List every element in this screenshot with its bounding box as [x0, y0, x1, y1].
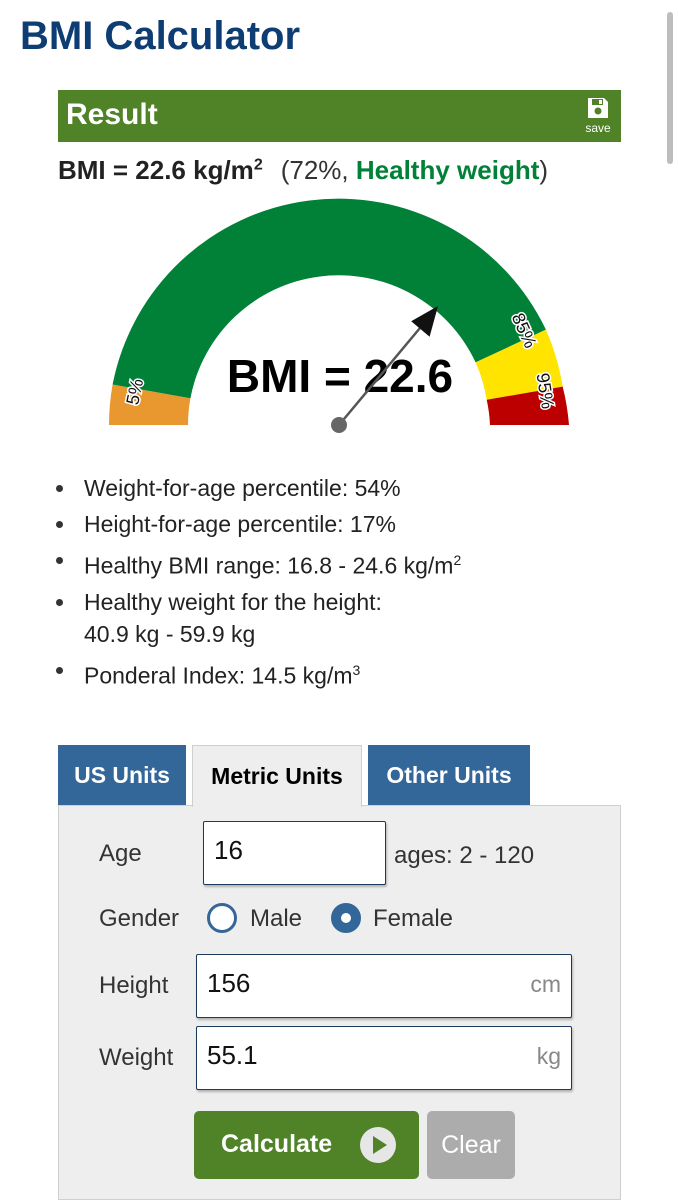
- gender-female-radio[interactable]: [331, 903, 361, 933]
- tab-us-units[interactable]: US Units: [58, 745, 186, 805]
- height-value: 156: [207, 968, 251, 998]
- bmi-gauge: 5% 85% 95% BMI = 22.6: [109, 198, 569, 433]
- gauge-center-text: BMI = 22.6: [227, 350, 453, 402]
- scrollbar[interactable]: [667, 12, 673, 164]
- list-item: Ponderal Index: 14.5 kg/m3: [56, 654, 644, 692]
- weight-label: Weight: [99, 1044, 174, 1071]
- age-hint: ages: 2 - 120: [394, 842, 535, 869]
- result-title: Result: [66, 98, 158, 131]
- gender-female-label[interactable]: Female: [373, 905, 453, 933]
- bmi-summary: BMI = 22.6 kg/m2 (72%, Healthy weight): [58, 155, 548, 186]
- tab-other-units[interactable]: Other Units: [368, 745, 530, 805]
- age-label: Age: [99, 840, 142, 867]
- bmi-details-list: Weight-for-age percentile: 54% Height-fo…: [56, 472, 644, 695]
- calculate-button[interactable]: Calculate: [194, 1111, 419, 1179]
- page-title: BMI Calculator: [20, 14, 301, 58]
- height-label: Height: [99, 972, 169, 999]
- age-value: 16: [214, 835, 243, 865]
- height-input[interactable]: 156 cm: [196, 954, 572, 1018]
- save-label: save: [585, 121, 611, 135]
- weight-unit: kg: [536, 1043, 561, 1069]
- age-input[interactable]: 16: [203, 821, 386, 885]
- calculate-label: Calculate: [221, 1130, 333, 1158]
- weight-value: 55.1: [207, 1040, 258, 1070]
- clear-button[interactable]: Clear: [427, 1111, 515, 1179]
- gauge-needle-pivot: [331, 417, 347, 433]
- save-button[interactable]: save: [581, 96, 615, 136]
- gender-male-radio[interactable]: [207, 903, 237, 933]
- bmi-value-text: BMI = 22.6 kg/m2: [58, 155, 263, 185]
- result-header: Result save: [58, 90, 621, 142]
- bmi-percentile: (72%, Healthy weight): [280, 155, 549, 185]
- tab-metric-units[interactable]: Metric Units: [192, 745, 362, 807]
- list-item: Healthy BMI range: 16.8 - 24.6 kg/m2: [56, 544, 644, 582]
- bmi-unit-sup: 2: [253, 156, 263, 174]
- list-item: Height-for-age percentile: 17%: [56, 508, 644, 540]
- weight-input[interactable]: 55.1 kg: [196, 1026, 572, 1090]
- save-icon: [588, 98, 608, 118]
- height-unit: cm: [530, 971, 561, 997]
- metric-form: Age 16 ages: 2 - 120 Gender Male Female …: [58, 805, 621, 1200]
- bmi-category: Healthy weight: [355, 155, 540, 185]
- list-item: Weight-for-age percentile: 54%: [56, 472, 644, 504]
- list-item: Healthy weight for the height: 40.9 kg - …: [56, 586, 644, 650]
- play-icon: [360, 1127, 396, 1163]
- gender-label: Gender: [99, 905, 180, 932]
- gender-male-label[interactable]: Male: [250, 905, 302, 933]
